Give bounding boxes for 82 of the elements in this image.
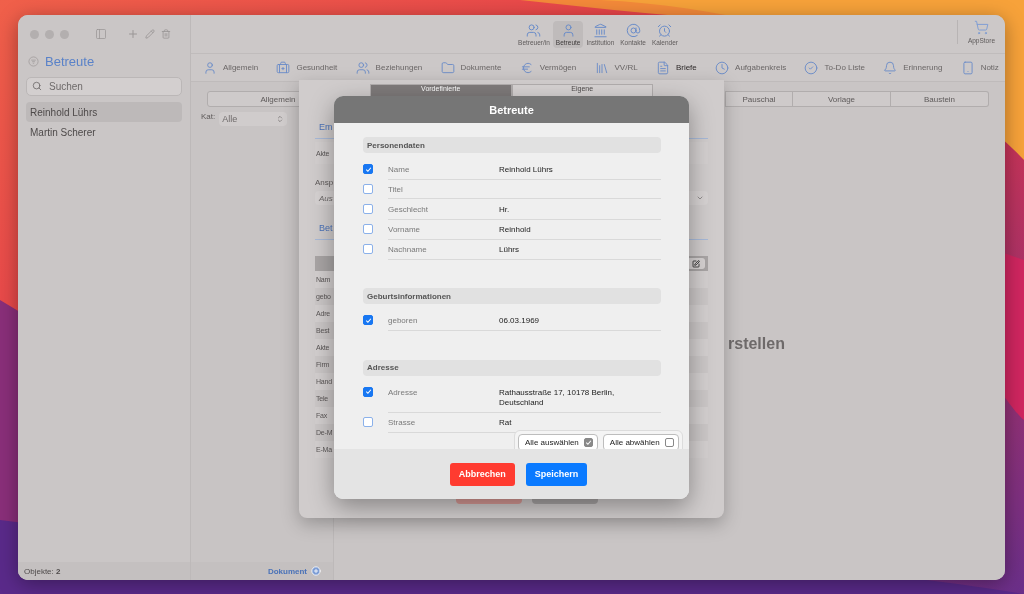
section-tab[interactable]: Gesundheit [276,60,338,75]
section-tab[interactable]: Dokumente [440,60,502,75]
select-toggle-button[interactable]: Alle auswählen [518,434,598,449]
sidebar-toggle-icon[interactable] [95,28,107,40]
checkbox[interactable] [363,164,373,174]
books-icon [594,60,609,75]
segment-tab[interactable]: Vorlage [793,91,891,107]
section-header: Personendaten [363,137,661,153]
medical-case-icon [276,60,291,75]
section-tab[interactable]: Beziehungen [355,60,423,75]
field-value: Rat [499,417,513,429]
save-button[interactable]: Speichern [525,462,588,486]
alarm-clock-icon [657,22,673,38]
field-label: Geschlecht [388,204,430,216]
cart-icon [973,20,989,35]
chevron-icon [696,194,704,202]
section-header: Geburtsinformationen [363,288,661,304]
section-tab[interactable]: Vermögen [519,60,577,75]
bell-icon [883,60,898,75]
field-label: Name [388,165,411,176]
field-label: Nachname [388,244,428,256]
section-tab[interactable]: Aufgabenkreis [715,60,787,75]
search-field[interactable]: Suchen [26,77,182,96]
sidebar-item[interactable]: Reinhold Lührs [26,102,182,122]
sidebar-title: Betreute [45,53,95,69]
section-header: Adresse [363,359,661,376]
people-icon [526,22,542,38]
field-value: Rathausstraße 17, 10178 Berlin, Deutschland [499,387,616,409]
field-label: Adresse [388,387,419,399]
section-tab[interactable]: Notiz [960,60,999,75]
people-icon [355,60,370,75]
checkbox[interactable] [363,223,373,234]
cancel-button[interactable]: Abbrechen [449,462,515,486]
field-value: Reinhold [499,224,532,236]
section-tab[interactable]: Briefe [655,60,697,75]
check-circle-icon [804,60,819,75]
phone-icon [960,60,975,75]
field-label: Vorname [388,224,422,236]
document-icon [655,60,670,75]
trash-icon[interactable] [161,29,171,39]
field-label: Strasse [388,417,417,429]
checkbox[interactable] [363,203,373,214]
checkbox[interactable] [363,416,373,427]
object-count: Objekte: 2 [18,562,190,580]
field-label: Titel [388,185,404,196]
search-icon [32,81,42,91]
field-label: Ansp [315,178,334,187]
section-tab[interactable]: VV/RL [594,60,638,75]
checkbox[interactable] [363,184,373,194]
segment-tab[interactable]: Baustein [891,91,989,107]
filter-icon[interactable] [28,55,39,67]
section-tab[interactable]: To-Do Liste [804,60,865,75]
checkbox[interactable] [363,243,373,254]
chevron-icon [276,115,285,123]
empty-message: rstellen [728,335,785,353]
document-link[interactable]: Dokument [267,566,307,576]
person-icon [560,22,576,38]
select-toggle-button[interactable]: Alle abwählen [602,434,679,449]
building-icon [592,22,608,38]
field-label: geboren [388,316,419,327]
at-sign-icon [625,22,641,38]
folder-icon [440,60,455,75]
person-icon [203,60,217,75]
sidebar-item[interactable]: Martin Scherer [26,122,182,142]
pencil-icon[interactable] [145,29,155,39]
dialog-title: Betreute [334,96,689,123]
checkbox[interactable] [363,315,373,325]
segment-tab[interactable]: Pauschal [725,91,793,107]
field-value: Reinhold Lührs [499,165,554,176]
section-tab[interactable]: Allgemein [203,60,259,75]
category-select[interactable]: Alle [219,112,288,126]
category-label: Kat: [201,112,216,121]
edit-icon [692,259,700,268]
section-tab[interactable]: Erinnerung [883,60,943,75]
checkbox[interactable] [363,386,373,397]
euro-icon [519,60,534,75]
clock-icon [715,60,730,75]
field-value: Hr. [499,204,511,216]
add-icon[interactable] [127,28,139,40]
field-value: Lührs [499,244,520,256]
add-icon[interactable] [311,566,321,576]
field-value: 06.03.1969 [499,316,541,327]
